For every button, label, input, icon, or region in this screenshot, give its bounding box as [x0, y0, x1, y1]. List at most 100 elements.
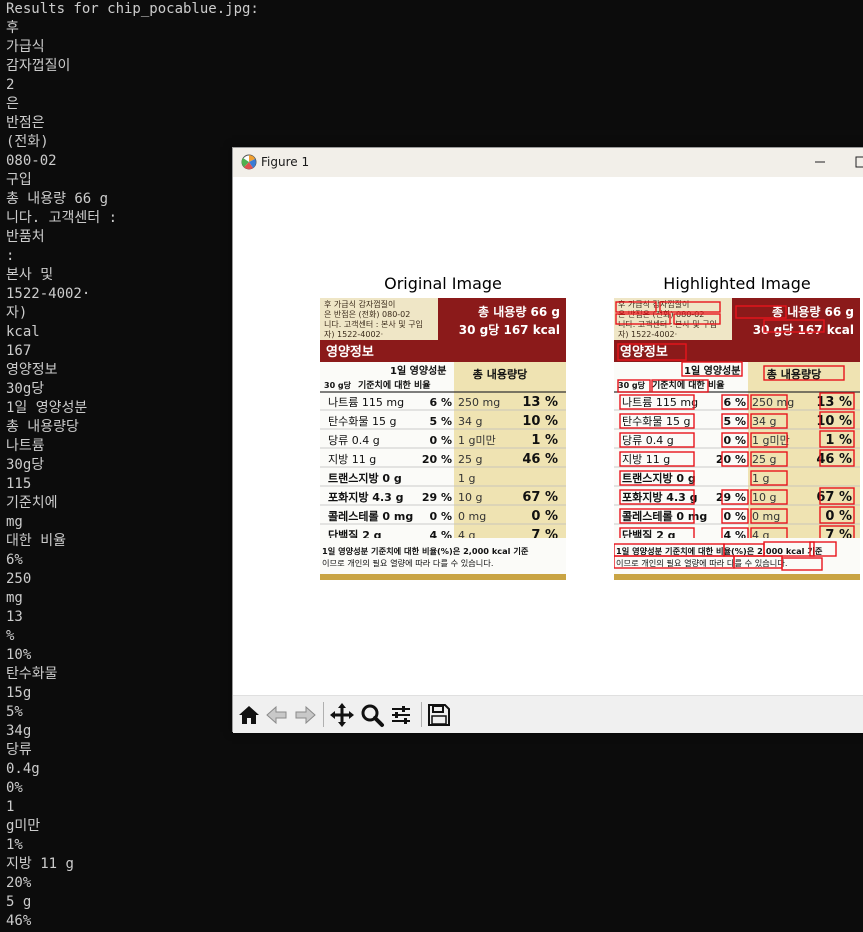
nutrient-total: 250 mg — [752, 396, 794, 409]
maximize-icon[interactable] — [849, 151, 863, 173]
nutrient-name: 나트륨 115 mg — [328, 396, 404, 409]
figure-canvas[interactable]: Original Image Highlighted Image 후 가급식 감… — [233, 177, 863, 695]
label-text: 기준치에 대한 비율 — [358, 379, 431, 391]
label-text: 1일 영양성분 기준치에 대한 비율(%)은 2,000 kcal 기준 — [322, 546, 529, 556]
terminal-line: 반점은 — [6, 115, 45, 131]
terminal-line: 6% — [6, 552, 23, 568]
nutrient-total: 34 g — [458, 415, 482, 428]
nutrient-name: 당류 0.4 g — [328, 434, 380, 447]
subplot-title-highlighted: Highlighted Image — [663, 274, 811, 293]
nutrition-header: 영양정보 — [620, 344, 668, 360]
terminal-line: 본사 및 — [6, 267, 54, 283]
label-text: 이므로 개인의 필요 열량에 따라 다를 수 있습니다. — [322, 558, 493, 568]
terminal-line: 2 — [6, 77, 15, 93]
terminal-line: 0% — [6, 780, 23, 796]
label-text: 은 반점은 (전화) 080-02 — [324, 309, 410, 319]
nutrient-pct: 0 % — [429, 510, 452, 523]
nutrient-total: 10 g — [458, 491, 482, 504]
nutrient-name: 지방 11 g — [622, 453, 670, 466]
label-text: 30 g당 — [324, 380, 352, 390]
nutrient-total: 1 g미만 — [752, 434, 790, 447]
nutrient-total-pct: 46 % — [522, 452, 558, 467]
terminal-line: 115 — [6, 476, 32, 492]
terminal-line: 반품처 — [6, 229, 45, 245]
nutrient-name: 당류 0.4 g — [622, 434, 674, 447]
label-text: 30 g당 — [618, 380, 646, 390]
label-text: 자) 1522-4002· — [324, 330, 383, 339]
terminal-line: % — [6, 628, 15, 644]
nutrient-total: 1 g — [458, 472, 475, 485]
window-title: Figure 1 — [261, 155, 310, 169]
terminal-line: 5% — [6, 704, 23, 720]
figure-window[interactable]: Figure 1 Original Image Highlighted Imag… — [232, 147, 863, 733]
subplot-title-original: Original Image — [384, 274, 502, 293]
nutrient-name: 지방 11 g — [328, 453, 376, 466]
back-icon[interactable] — [264, 702, 290, 728]
terminal-line: g미만 — [6, 818, 41, 834]
nutrient-name: 트랜스지방 0 g — [328, 471, 402, 485]
terminal-line: 1% — [6, 837, 23, 853]
label-text: 자) 1522-4002· — [618, 330, 677, 339]
terminal-line: 1522-4002· — [6, 286, 91, 302]
home-icon[interactable] — [236, 702, 262, 728]
nutrition-header: 영양정보 — [326, 344, 374, 360]
nutrient-total-pct: 67 % — [522, 490, 558, 505]
nutrient-total: 25 g — [752, 453, 776, 466]
save-icon[interactable] — [426, 702, 452, 728]
original-image: 후 가급식 감자껍질이 은 반점은 (전화) 080-02 니다. 고객센터 : 본… — [320, 298, 566, 580]
total-label: 총 내용량 66 g — [478, 304, 560, 319]
nutrient-pct: 0 % — [723, 510, 746, 523]
nutrient-pct: 20 % — [716, 453, 746, 466]
terminal-line: 34g — [6, 723, 32, 739]
nutrient-total-pct: 1 % — [531, 433, 558, 448]
label-text: 1일 영양성분 — [684, 364, 740, 377]
terminal-line: 나트륨 — [6, 438, 45, 454]
configure-icon[interactable] — [388, 702, 414, 728]
nutrient-pct: 29 % — [716, 491, 746, 504]
nutrient-name: 콜레스테롤 0 mg — [328, 509, 413, 523]
nutrient-total-pct: 10 % — [522, 414, 558, 429]
nutrient-name: 탄수화물 15 g — [622, 415, 690, 428]
nutrient-total: 25 g — [458, 453, 482, 466]
label-text: 1일 영양성분 기준치에 대한 비율(%)은 2,000 kcal 기준 — [616, 546, 823, 556]
terminal-line: 5 g — [6, 894, 32, 910]
nutrient-pct: 5 % — [429, 415, 452, 428]
nutrient-total-pct: 0 % — [531, 509, 558, 524]
nutrient-pct: 20 % — [422, 453, 452, 466]
minimize-icon[interactable] — [808, 151, 832, 173]
nutrient-name: 트랜스지방 0 g — [622, 471, 696, 485]
title-bar[interactable]: Figure 1 — [233, 148, 863, 178]
terminal-line: 10% — [6, 647, 32, 663]
terminal-line: 1 — [6, 799, 15, 815]
forward-icon[interactable] — [292, 702, 318, 728]
terminal-line: 지방 11 g — [6, 856, 74, 872]
terminal-line: 1일 영양성분 — [6, 400, 88, 416]
terminal-line: 영양정보 — [6, 362, 58, 378]
zoom-icon[interactable] — [359, 702, 385, 728]
terminal-line: 자) — [6, 305, 28, 321]
terminal-line: 후 — [6, 20, 19, 36]
nutrient-pct: 6 % — [429, 396, 452, 409]
terminal-line: 총 내용량 66 g — [6, 191, 109, 207]
per-label: 30 g당 167 kcal — [459, 322, 560, 337]
nutrient-pct: 5 % — [723, 415, 746, 428]
terminal-line: 167 — [6, 343, 32, 359]
nutrient-name: 포화지방 4.3 g — [622, 490, 698, 504]
terminal-line: kcal — [6, 324, 40, 340]
terminal-line: 총 내용량당 — [6, 419, 79, 435]
nutrient-total-pct: 46 % — [816, 452, 852, 467]
nutrient-total: 0 mg — [458, 510, 486, 523]
navigation-toolbar — [233, 695, 863, 733]
nutrient-name: 나트륨 115 mg — [622, 396, 698, 409]
nutrient-total-pct: 67 % — [816, 490, 852, 505]
terminal-line: 080-02 — [6, 153, 57, 169]
pan-icon[interactable] — [329, 702, 355, 728]
highlighted-image: 후 가급식 감자껍질이 은 반점은 (전화) 080-02 니다. 고객센터 : 본… — [614, 298, 860, 580]
terminal-line: 30g당 — [6, 457, 45, 473]
nutrient-total: 1 g미만 — [458, 434, 496, 447]
nutrient-pct: 6 % — [723, 396, 746, 409]
terminal-line: (전화) — [6, 134, 49, 150]
nutrient-pct: 0 % — [723, 434, 746, 447]
nutrient-name: 포화지방 4.3 g — [328, 490, 404, 504]
nutrient-total: 250 mg — [458, 396, 500, 409]
